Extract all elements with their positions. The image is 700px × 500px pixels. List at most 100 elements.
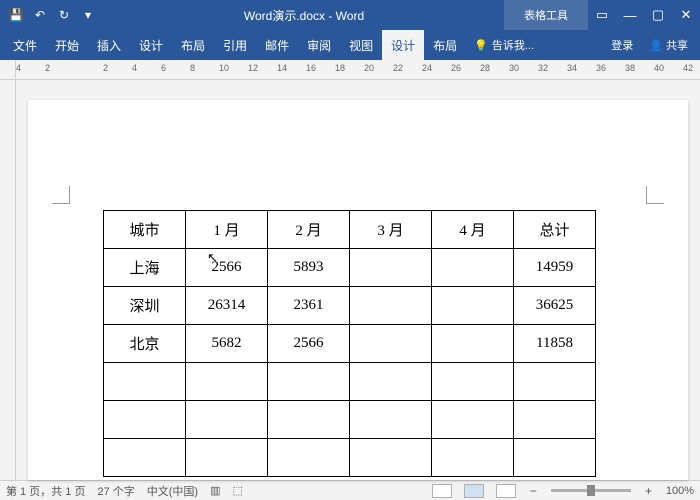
ruler-tick: 8 (190, 63, 195, 73)
table-header-cell[interactable]: 城市 (104, 211, 186, 249)
ruler-tick: 40 (654, 63, 664, 73)
undo-icon[interactable]: ↶ (32, 7, 48, 23)
table-cell[interactable]: 2566 (186, 249, 268, 287)
table-cell[interactable] (350, 439, 432, 477)
table-row[interactable] (104, 439, 596, 477)
table-cell[interactable]: 26314 (186, 287, 268, 325)
horizontal-ruler[interactable]: 4224681012141618202224262830323436384042 (0, 60, 700, 80)
table-cell[interactable] (104, 363, 186, 401)
table-cell[interactable] (186, 439, 268, 477)
zoom-in-icon[interactable]: + (643, 484, 654, 498)
tab-home[interactable]: 开始 (46, 30, 88, 60)
table-row[interactable]: 北京56822566 11858 (104, 325, 596, 363)
zoom-slider[interactable] (551, 489, 631, 492)
close-icon[interactable]: ✕ (672, 0, 700, 30)
table-cell[interactable] (104, 439, 186, 477)
minimize-icon[interactable]: — (616, 0, 644, 30)
zoom-thumb[interactable] (587, 485, 595, 496)
table-cell[interactable] (350, 287, 432, 325)
ruler-tick: 32 (538, 63, 548, 73)
table-row[interactable] (104, 363, 596, 401)
tab-insert[interactable]: 插入 (88, 30, 130, 60)
table-cell[interactable]: 北京 (104, 325, 186, 363)
ruler-tick: 24 (422, 63, 432, 73)
table-cell[interactable]: 11858 (514, 325, 596, 363)
ribbon-options-icon[interactable]: ▭ (588, 0, 616, 30)
table-cell[interactable]: 5893 (268, 249, 350, 287)
table-header-cell[interactable]: 总计 (514, 211, 596, 249)
table-header-cell[interactable]: 2 月 (268, 211, 350, 249)
table-cell[interactable] (350, 325, 432, 363)
tab-table-layout[interactable]: 布局 (424, 30, 466, 60)
document-page[interactable]: 城市1 月2 月3 月4 月总计上海2566589314959深圳2631423… (28, 100, 688, 480)
tab-view[interactable]: 视图 (340, 30, 382, 60)
tab-file[interactable]: 文件 (4, 30, 46, 60)
data-table[interactable]: 城市1 月2 月3 月4 月总计上海2566589314959深圳2631423… (103, 210, 596, 477)
status-language[interactable]: 中文(中国) (147, 483, 198, 499)
tab-table-design[interactable]: 设计 (382, 30, 424, 60)
table-cell[interactable] (514, 363, 596, 401)
titlebar: 💾 ↶ ↻ ▾ Word演示.docx - Word 表格工具 ▭ — ▢ ✕ (0, 0, 700, 30)
tab-design[interactable]: 设计 (130, 30, 172, 60)
login-button[interactable]: 登录 (603, 37, 641, 53)
vertical-ruler[interactable] (0, 80, 16, 480)
table-cell[interactable] (104, 401, 186, 439)
table-cell[interactable]: 上海 (104, 249, 186, 287)
table-cell[interactable] (514, 401, 596, 439)
zoom-level[interactable]: 100% (666, 485, 694, 497)
ruler-tick: 42 (683, 63, 693, 73)
table-cell[interactable] (350, 249, 432, 287)
table-cell[interactable]: 2566 (268, 325, 350, 363)
zoom-out-icon[interactable]: − (528, 484, 539, 498)
status-word-count[interactable]: 27 个字 (97, 483, 134, 499)
tab-mailings[interactable]: 邮件 (256, 30, 298, 60)
table-cell[interactable] (186, 363, 268, 401)
ruler-tick: 20 (364, 63, 374, 73)
table-row[interactable] (104, 401, 596, 439)
qat-dropdown-icon[interactable]: ▾ (80, 7, 96, 23)
table-cell[interactable] (432, 401, 514, 439)
tell-me-search[interactable]: 💡 告诉我... (466, 37, 603, 53)
maximize-icon[interactable]: ▢ (644, 0, 672, 30)
table-cell[interactable] (514, 439, 596, 477)
table-cell[interactable] (432, 439, 514, 477)
tab-review[interactable]: 审阅 (298, 30, 340, 60)
table-cell[interactable]: 36625 (514, 287, 596, 325)
record-icon[interactable]: ⬚ (233, 484, 243, 497)
view-read-icon[interactable] (432, 484, 452, 498)
view-print-icon[interactable] (464, 484, 484, 498)
tab-references[interactable]: 引用 (214, 30, 256, 60)
table-cell[interactable] (268, 439, 350, 477)
table-header-cell[interactable]: 1 月 (186, 211, 268, 249)
document-title: Word演示.docx - Word (104, 7, 504, 24)
table-row[interactable]: 上海25665893 14959 (104, 249, 596, 287)
ribbon-tabs: 文件 开始 插入 设计 布局 引用 邮件 审阅 视图 设计 布局 💡 告诉我..… (0, 30, 700, 60)
table-cell[interactable] (268, 363, 350, 401)
redo-icon[interactable]: ↻ (56, 7, 72, 23)
share-button[interactable]: 👤 共享 (641, 37, 696, 53)
table-row[interactable]: 深圳263142361 36625 (104, 287, 596, 325)
table-cell[interactable] (432, 363, 514, 401)
margin-mark-tl (52, 186, 70, 204)
table-cell[interactable] (350, 363, 432, 401)
table-cell[interactable] (432, 287, 514, 325)
ruler-tick: 2 (45, 63, 50, 73)
status-page[interactable]: 第 1 页，共 1 页 (6, 483, 85, 499)
table-cell[interactable] (268, 401, 350, 439)
table-cell[interactable]: 2361 (268, 287, 350, 325)
ruler-tick: 26 (451, 63, 461, 73)
view-web-icon[interactable] (496, 484, 516, 498)
table-cell[interactable]: 深圳 (104, 287, 186, 325)
save-icon[interactable]: 💾 (8, 7, 24, 23)
table-header-cell[interactable]: 4 月 (432, 211, 514, 249)
table-header-cell[interactable]: 3 月 (350, 211, 432, 249)
book-icon[interactable]: ▥ (210, 484, 220, 497)
table-cell[interactable]: 5682 (186, 325, 268, 363)
table-cell[interactable] (432, 325, 514, 363)
table-cell[interactable] (350, 401, 432, 439)
tab-layout[interactable]: 布局 (172, 30, 214, 60)
ruler-tick: 4 (132, 63, 137, 73)
table-cell[interactable]: 14959 (514, 249, 596, 287)
table-cell[interactable] (432, 249, 514, 287)
table-cell[interactable] (186, 401, 268, 439)
